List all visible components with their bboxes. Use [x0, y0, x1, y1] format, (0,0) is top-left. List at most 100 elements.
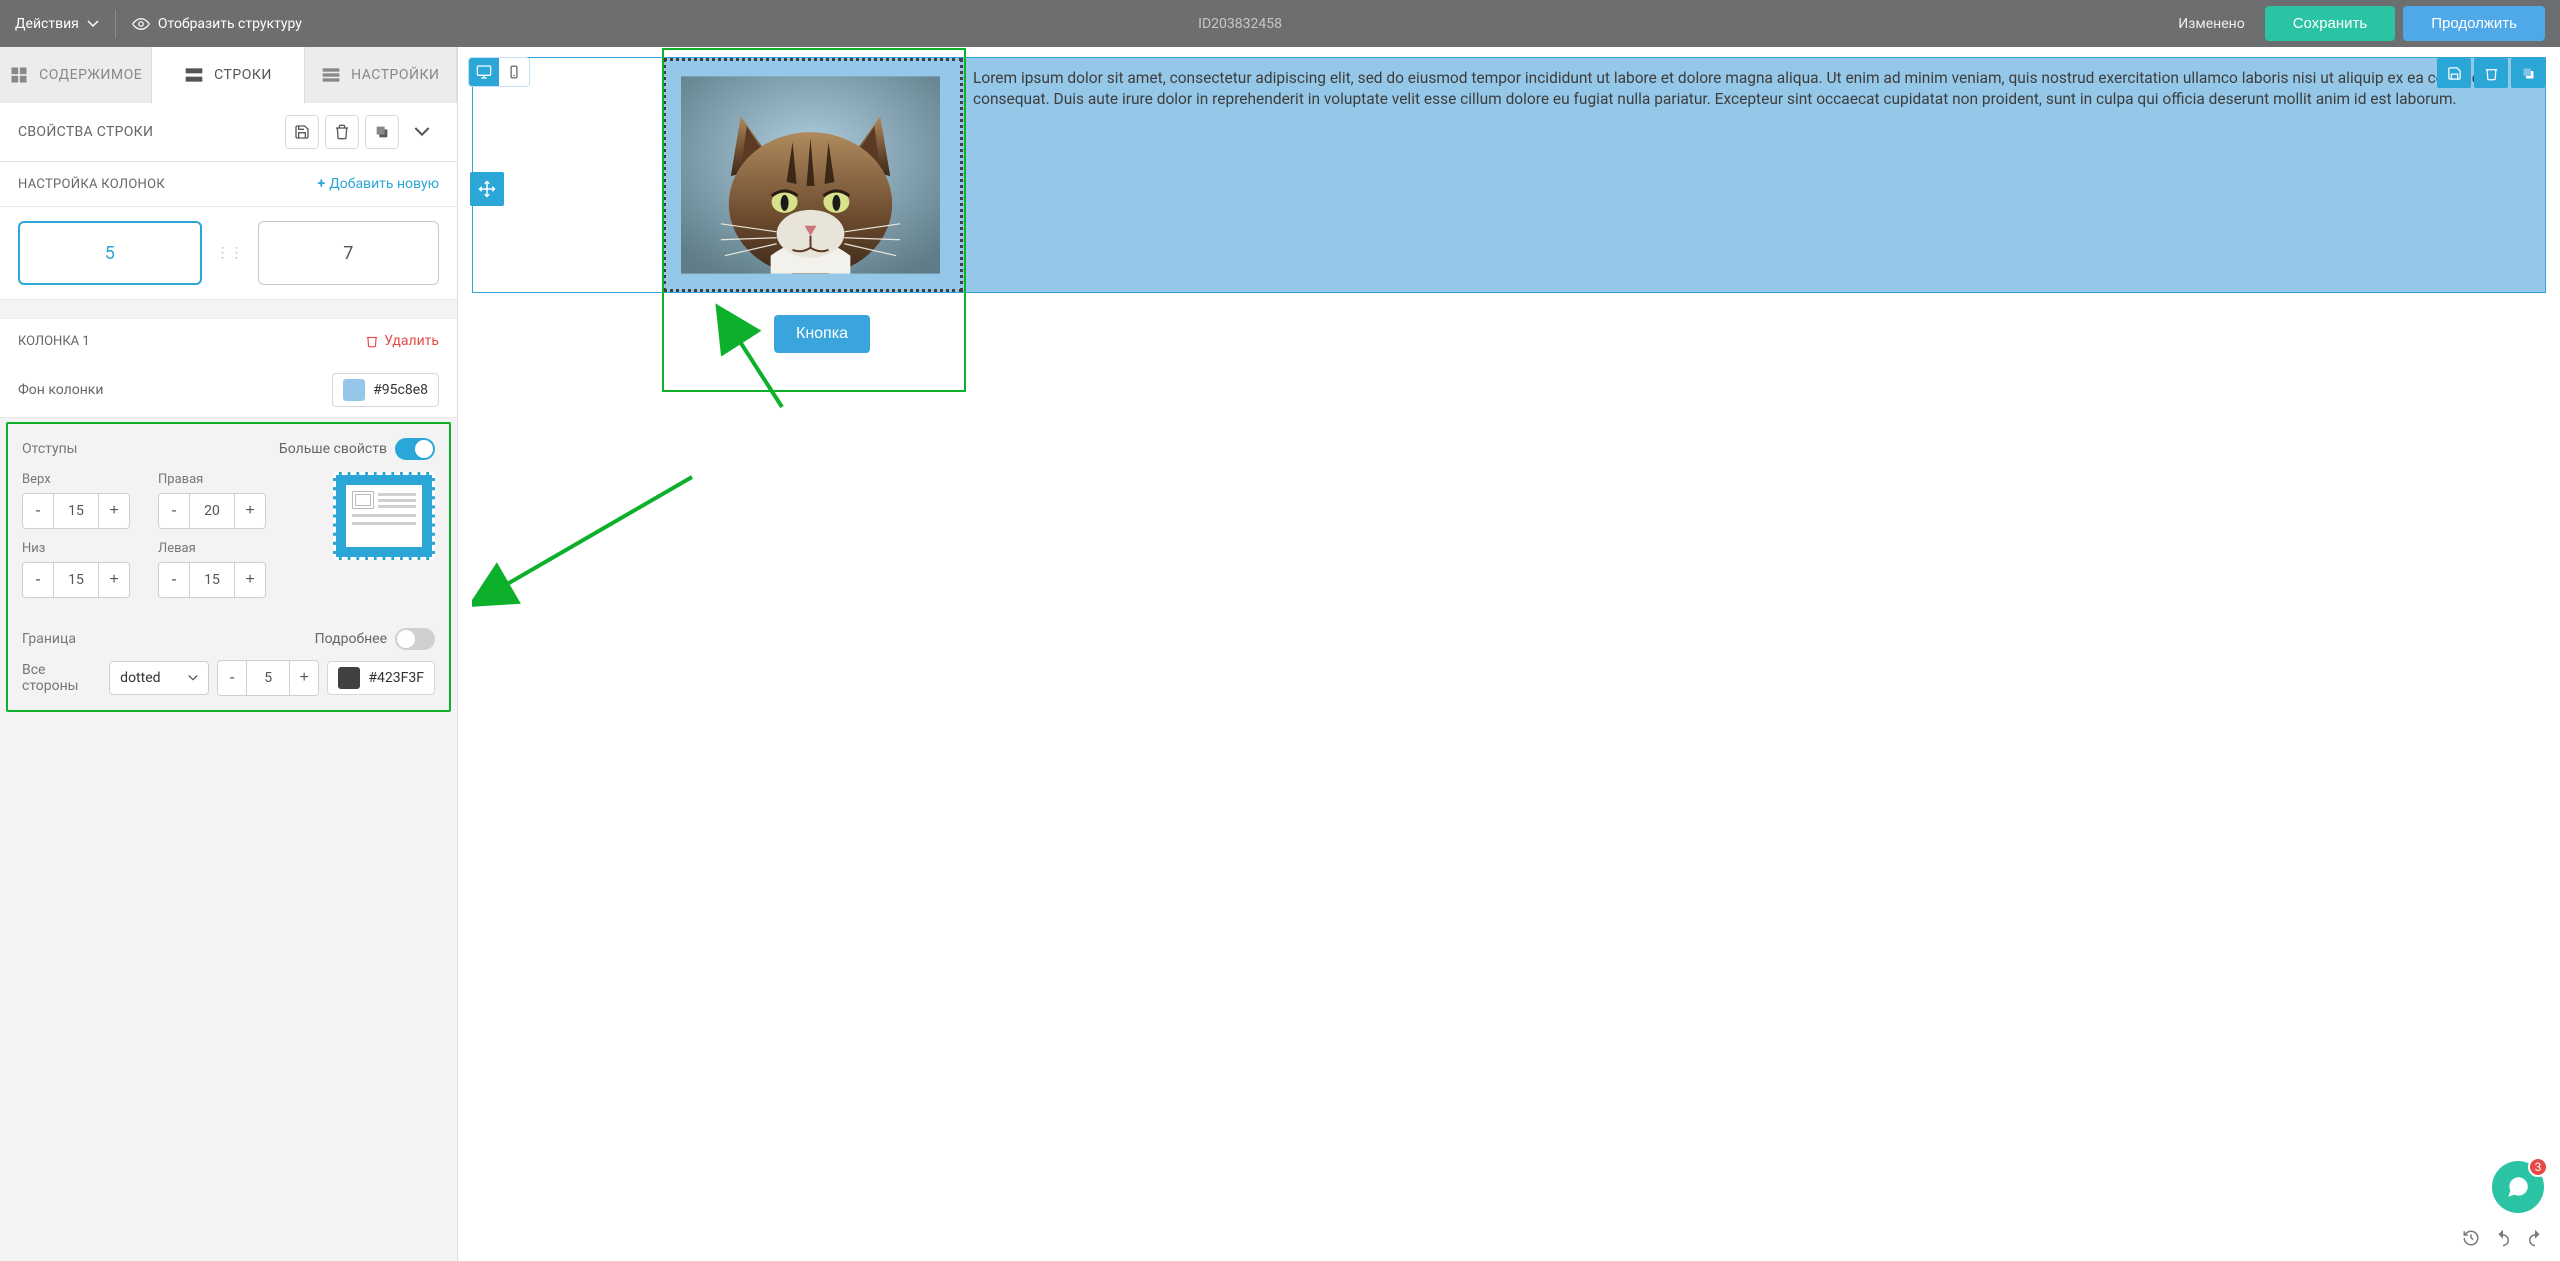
tab-content[interactable]: СОДЕРЖИМОЕ: [0, 47, 152, 103]
pad-right-value[interactable]: 20: [189, 494, 235, 528]
column-bg-label: Фон колонки: [18, 382, 332, 398]
topbar: Действия Отобразить структуру ID20383245…: [0, 0, 2560, 47]
pad-top-stepper[interactable]: - 15 +: [22, 493, 130, 529]
mobile-view-button[interactable]: [499, 58, 529, 86]
show-structure-button[interactable]: Отобразить структуру: [132, 15, 302, 33]
border-color-picker[interactable]: #423F3F: [327, 661, 435, 695]
undo-button[interactable]: [2490, 1225, 2516, 1251]
delete-column-button[interactable]: Удалить: [365, 333, 439, 349]
padding-preview-thumb: [333, 472, 435, 560]
actions-label: Действия: [15, 16, 79, 32]
row-delete-button[interactable]: [2474, 58, 2508, 88]
tab-rows[interactable]: СТРОКИ: [152, 47, 304, 103]
border-style-value: dotted: [120, 670, 160, 686]
eye-icon: [132, 15, 150, 33]
desktop-view-button[interactable]: [469, 58, 499, 86]
border-width-value[interactable]: 5: [246, 661, 290, 695]
trash-icon: [365, 334, 379, 348]
chevron-down-icon: [414, 124, 430, 140]
move-row-handle[interactable]: [470, 172, 504, 206]
pad-right-stepper[interactable]: - 20 +: [158, 493, 266, 529]
drag-handle-icon[interactable]: ⋮⋮: [216, 250, 244, 256]
more-props-label: Больше свойств: [279, 441, 387, 457]
tab-settings-label: НАСТРОЙКИ: [351, 67, 439, 83]
row-save-button[interactable]: [2437, 58, 2471, 88]
pad-left-value[interactable]: 15: [189, 563, 235, 597]
column-bg-picker[interactable]: #95c8e8: [332, 373, 439, 407]
add-column-button[interactable]: + Добавить новую: [318, 176, 439, 192]
save-button[interactable]: Сохранить: [2265, 6, 2396, 41]
pad-bottom-label: Низ: [22, 541, 130, 556]
pad-bottom-stepper[interactable]: - 15 +: [22, 562, 130, 598]
minus-button[interactable]: -: [23, 494, 53, 528]
save-row-icon-button[interactable]: [285, 115, 319, 149]
row-properties-title: СВОЙСТВА СТРОКИ: [18, 124, 279, 140]
color-swatch: [343, 379, 365, 401]
plus-icon: +: [318, 176, 326, 192]
mobile-icon: [507, 65, 521, 79]
row-properties-header: СВОЙСТВА СТРОКИ: [0, 103, 457, 162]
column-1-header: КОЛОНКА 1 Удалить: [0, 318, 457, 363]
plus-button[interactable]: +: [99, 494, 129, 528]
minus-button[interactable]: -: [218, 661, 246, 695]
add-column-label: Добавить новую: [329, 176, 439, 192]
pad-bottom-value[interactable]: 15: [53, 563, 99, 597]
plus-button[interactable]: +: [99, 563, 129, 597]
status-label: Изменено: [2178, 16, 2244, 32]
border-width-stepper[interactable]: - 5 +: [217, 660, 320, 696]
pad-top-value[interactable]: 15: [53, 494, 99, 528]
column-2-content[interactable]: Lorem ipsum dolor sit amet, consectetur …: [963, 58, 2545, 292]
continue-button[interactable]: Продолжить: [2403, 6, 2545, 41]
column-pill-2[interactable]: 7: [258, 221, 440, 285]
rows-icon: [184, 65, 204, 85]
column-1-content[interactable]: [663, 58, 963, 292]
pad-right-label: Правая: [158, 472, 266, 487]
pad-top-label: Верх: [22, 472, 130, 487]
device-toggle: [468, 57, 530, 87]
move-icon: [478, 180, 496, 198]
plus-button[interactable]: +: [235, 563, 265, 597]
history-button[interactable]: [2458, 1225, 2484, 1251]
color-swatch: [338, 667, 360, 689]
sidebar: СОДЕРЖИМОЕ СТРОКИ НАСТРОЙКИ СВОЙСТВА СТР…: [0, 47, 458, 1261]
tab-rows-label: СТРОКИ: [214, 67, 272, 83]
minus-button[interactable]: -: [23, 563, 53, 597]
document-id: ID203832458: [302, 16, 2178, 32]
history-tools: [2458, 1225, 2548, 1251]
chat-fab[interactable]: 3: [2492, 1161, 2544, 1213]
row-duplicate-button[interactable]: [2511, 58, 2545, 88]
tab-content-label: СОДЕРЖИМОЕ: [39, 67, 142, 83]
selected-row[interactable]: Lorem ipsum dolor sit amet, consectetur …: [472, 57, 2546, 293]
content-icon: [9, 65, 29, 85]
column-pill-1[interactable]: 5: [18, 221, 202, 285]
save-icon: [2447, 66, 2462, 81]
canvas: Lorem ipsum dolor sit amet, consectetur …: [458, 47, 2560, 1261]
desktop-icon: [476, 64, 492, 80]
more-props-toggle[interactable]: [395, 438, 435, 460]
separator: [115, 10, 116, 38]
lorem-text: Lorem ipsum dolor sit amet, consectetur …: [973, 68, 2531, 110]
border-style-select[interactable]: dotted: [109, 661, 209, 695]
delete-row-icon-button[interactable]: [325, 115, 359, 149]
row-floating-toolbar: [2437, 58, 2545, 88]
tab-settings[interactable]: НАСТРОЙКИ: [305, 47, 457, 103]
cta-button[interactable]: Кнопка: [774, 315, 870, 353]
column-bg-row: Фон колонки #95c8e8: [0, 363, 457, 418]
trash-icon: [334, 124, 350, 140]
border-more-toggle[interactable]: [395, 628, 435, 650]
trash-icon: [2484, 66, 2499, 81]
columns-config-title: НАСТРОЙКА КОЛОНОК: [18, 177, 318, 192]
column-1-title: КОЛОНКА 1: [18, 334, 365, 349]
pad-left-stepper[interactable]: - 15 +: [158, 562, 266, 598]
history-icon: [2462, 1229, 2480, 1247]
plus-button[interactable]: +: [290, 661, 318, 695]
minus-button[interactable]: -: [159, 563, 189, 597]
collapse-section-button[interactable]: [405, 115, 439, 149]
column-bg-value: #95c8e8: [373, 382, 428, 398]
actions-dropdown[interactable]: Действия: [15, 16, 99, 32]
duplicate-row-icon-button[interactable]: [365, 115, 399, 149]
minus-button[interactable]: -: [159, 494, 189, 528]
sidebar-tabs: СОДЕРЖИМОЕ СТРОКИ НАСТРОЙКИ: [0, 47, 457, 103]
redo-button[interactable]: [2522, 1225, 2548, 1251]
plus-button[interactable]: +: [235, 494, 265, 528]
